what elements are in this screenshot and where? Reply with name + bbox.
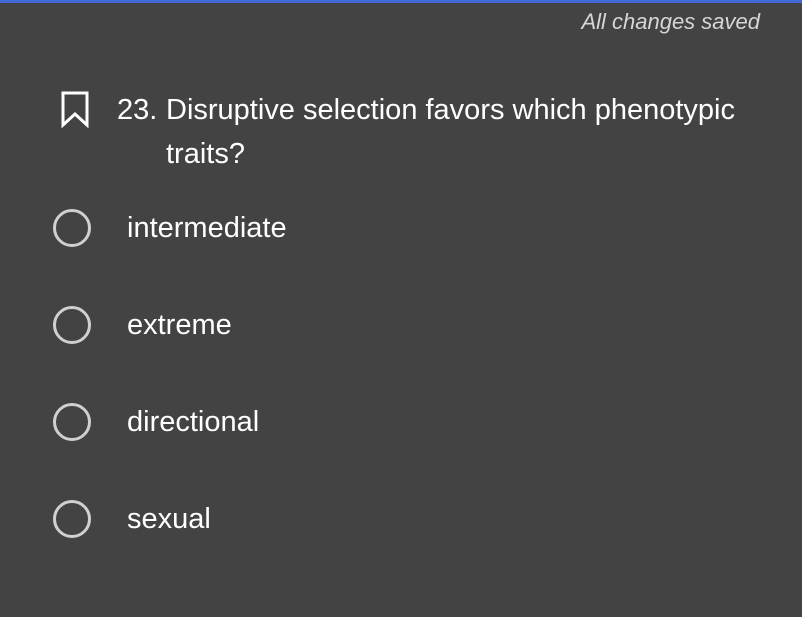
- answer-option-sexual[interactable]: sexual: [53, 498, 753, 544]
- question-number: 23.: [117, 94, 158, 126]
- answer-option-label: extreme: [127, 309, 232, 341]
- answer-option-directional[interactable]: directional: [53, 401, 753, 447]
- question-prompt: 23. Disruptive selection favors which phe…: [117, 88, 777, 176]
- top-accent-bar: [0, 0, 802, 3]
- radio-button-icon[interactable]: [53, 306, 91, 344]
- save-status-text: All changes saved: [581, 9, 760, 34]
- answer-option-label: intermediate: [127, 212, 287, 244]
- bookmark-icon[interactable]: [60, 90, 90, 129]
- answer-option-label: sexual: [127, 503, 211, 535]
- radio-button-icon[interactable]: [53, 209, 91, 247]
- answer-option-label: directional: [127, 406, 260, 438]
- radio-button-icon[interactable]: [53, 500, 91, 538]
- answer-option-extreme[interactable]: extreme: [53, 304, 753, 350]
- radio-button-icon[interactable]: [53, 403, 91, 441]
- answer-option-intermediate[interactable]: intermediate: [53, 207, 753, 253]
- question-text: Disruptive selection favors which phenot…: [166, 94, 735, 170]
